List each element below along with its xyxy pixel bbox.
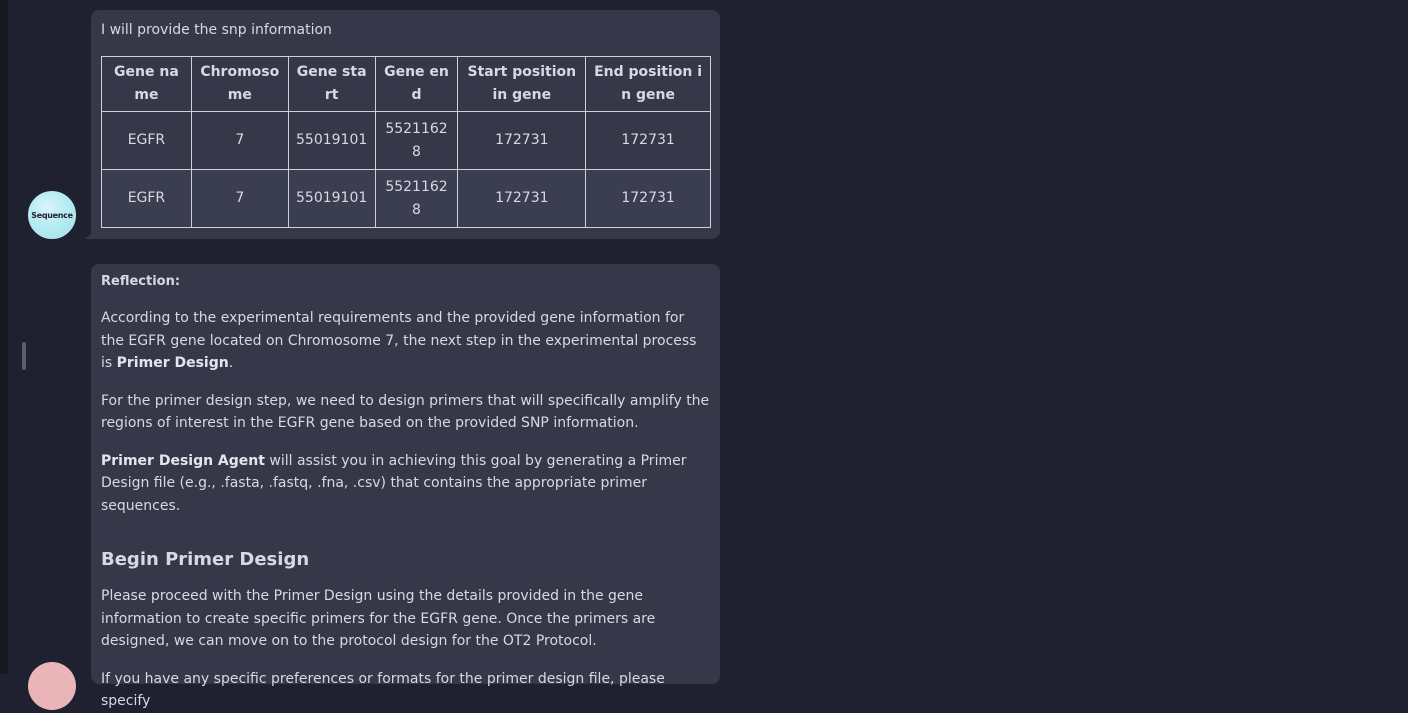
next-sender-avatar bbox=[28, 662, 76, 710]
table-cell: 172731 bbox=[457, 169, 587, 228]
paragraph-preferences: If you have any specific preferences or … bbox=[101, 670, 665, 710]
table-cell: 55211628 bbox=[374, 111, 459, 170]
table-cell: 55019101 bbox=[287, 111, 376, 170]
emphasis-primer-design: Primer Design bbox=[116, 355, 229, 371]
column-header: Gene start bbox=[287, 56, 376, 112]
column-header: Start position in gene bbox=[457, 56, 587, 112]
assistant-message-bubble: Reflection: According to the experimenta… bbox=[91, 264, 720, 709]
column-header: Chromosome bbox=[190, 56, 289, 112]
column-header: Gene end bbox=[374, 56, 459, 112]
table-cell: 55211628 bbox=[374, 169, 459, 228]
paragraph-proceed: Please proceed with the Primer Design us… bbox=[101, 588, 656, 649]
paragraph-text: . bbox=[228, 355, 234, 371]
user-message-bubble: I will provide the snp information Gene … bbox=[91, 10, 720, 239]
paragraph-agent: Primer Design Agent will assist you in a… bbox=[101, 450, 710, 518]
sequence-agent-avatar: Sequence bbox=[28, 191, 76, 239]
section-heading: Begin Primer Design bbox=[101, 549, 310, 570]
reflection-label: Reflection: bbox=[101, 274, 181, 289]
snp-table: Gene name Chromosome Gene start Gene end… bbox=[101, 56, 711, 228]
table-cell: 7 bbox=[190, 169, 289, 228]
column-header: Gene name bbox=[101, 56, 192, 112]
avatar-label: Sequence bbox=[31, 210, 73, 220]
table-cell: 7 bbox=[190, 111, 289, 170]
table-header-row: Gene name Chromosome Gene start Gene end… bbox=[101, 56, 711, 112]
table-row: EGFR 7 55019101 55211628 172731 172731 bbox=[101, 169, 711, 228]
paragraph-primer-step: For the primer design step, we need to d… bbox=[101, 392, 710, 432]
left-edge-strip bbox=[0, 0, 8, 674]
table-cell: EGFR bbox=[101, 111, 192, 170]
message-intro-text: I will provide the snp information bbox=[101, 22, 332, 38]
table-row: EGFR 7 55019101 55211628 172731 172731 bbox=[101, 111, 711, 170]
resize-handle[interactable] bbox=[22, 342, 26, 370]
table-cell: 172731 bbox=[457, 111, 587, 170]
paragraph-next-step: According to the experimental requiremen… bbox=[101, 307, 710, 375]
table-cell: 172731 bbox=[585, 111, 711, 170]
table-cell: 55019101 bbox=[287, 169, 376, 228]
column-header: End position in gene bbox=[585, 56, 711, 112]
table-cell: EGFR bbox=[101, 169, 192, 228]
emphasis-primer-design-agent: Primer Design Agent bbox=[101, 452, 265, 469]
table-cell: 172731 bbox=[585, 169, 711, 228]
